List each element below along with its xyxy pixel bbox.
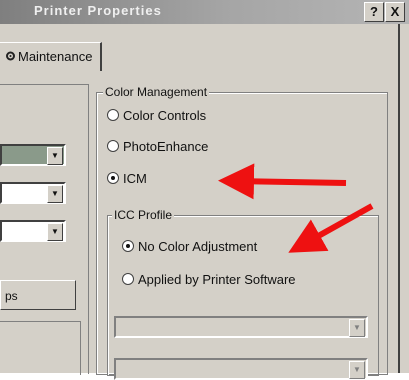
printer-properties-dialog: Printer Properties ? X Maintenance ▼ ▼ ▼… bbox=[0, 0, 409, 380]
arrow-to-icm bbox=[218, 163, 347, 200]
arrow-to-no-color-adjustment bbox=[288, 203, 374, 253]
annotation-arrows bbox=[218, 163, 374, 253]
